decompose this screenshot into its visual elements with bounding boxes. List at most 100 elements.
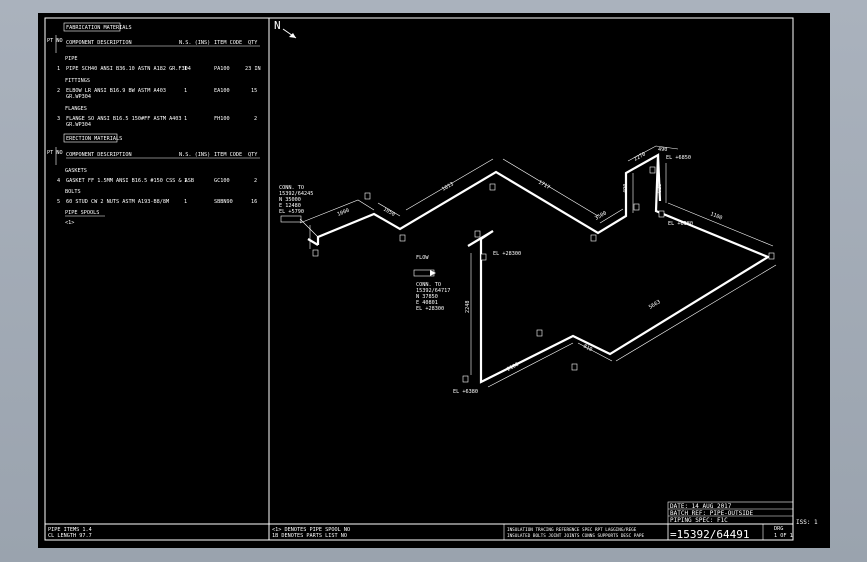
fab-row-no: 2 [57,88,60,94]
issue-text: ISS: 1 [796,519,818,526]
fab-row-ns: 1 [184,88,187,94]
part-tag [312,249,319,257]
batch-ref-text: BATCH REF: PIPE-OUTSIDE [670,510,753,517]
fab-row-qty: 2 [254,116,257,122]
part-tag [768,252,775,260]
elevation-label: EL +6380 [668,221,693,227]
elevation-label: EL +6380 [453,389,478,395]
part-tag [489,183,496,191]
dim-label: 5663 [648,299,662,311]
fab-row-no: 1 [57,66,60,72]
dim-label: 1050 [382,207,396,218]
erec-row-desc: 60 STUD CW 2 NUTS ASTM A193-B8/8M [66,199,169,205]
isometric-pipe-route: 1000 1050 1013 1717 3500 2270 490 625 11… [279,145,777,395]
fab-row-qty: 23 IN [245,66,261,72]
fab-row-desc2: GR.WP304 [66,122,91,128]
cl-length-text: CL LENGTH 97.7 [48,533,92,539]
drg-of: 1 OF 1 [774,533,793,539]
erec-pt-no-header: PT NO [47,150,63,156]
part-tag [536,329,543,337]
drg-label: DRG [774,526,783,532]
flow-label: FLOW [416,255,429,261]
dim-line [487,342,574,388]
erec-row-ns: 1 [184,199,187,205]
fab-row-desc: PIPE SCH40 ANSI B36.10 ASTN A182 GR.F304 [66,66,191,72]
fab-section-pipe: PIPE [65,56,78,62]
dim-label: 2100 [506,362,520,373]
fabrication-materials-table: FABRICATION MATERIALS PT NO COMPONENT DE… [47,22,261,128]
erec-ns-header: N.S. (INS) [179,152,210,158]
erec-row-code: SBBN90 [214,199,233,205]
part-tag [590,234,597,242]
erec-row-desc: GASKET FF 1.5MM ANSI B16.5 #150 CSS & AS… [66,178,194,184]
footer-headers-2: INSULATED BOLTS JOINT JOINTS CONNS SUPPO… [507,533,645,539]
pipe-run-upper [316,153,771,384]
fab-code-header: ITEM CODE [214,40,242,46]
dim-label: 490 [658,147,667,153]
fab-section-fittings: FITTINGS [65,78,90,84]
fab-ns-header: N.S. (INS) [179,40,210,46]
sheet-border [44,17,794,541]
date-text: DATE: 14 AUG 2017 [670,503,732,510]
dim-label: 1100 [709,211,723,221]
fab-row-no: 3 [57,116,60,122]
fab-row-code: EA100 [214,88,230,94]
erec-row-qty: 2 [254,178,257,184]
erec-code-header: ITEM CODE [214,152,242,158]
pipe-run-start [307,238,319,246]
part-tag [480,253,487,261]
dim-line [615,264,777,362]
connection-note-1: CONN. TO 15392/64245 N 35000 E 12480 EL … [279,185,319,238]
footer: PIPE ITEMS 1.4 CL LENGTH 97.7 <1> DENOTE… [48,503,818,541]
north-arrow: N [274,19,297,39]
erec-row-code: GC100 [214,178,230,184]
note-parts: 1B DENOTES PARTS LIST NO [272,533,347,539]
dimension-labels: 1000 1050 1013 1717 3500 2270 490 625 11… [337,147,724,373]
dim-label: 1000 [337,208,351,218]
part-tag [462,375,469,383]
part-tag [364,192,371,200]
fab-row-qty: 15 [251,88,257,94]
conn-note-line: EL +5790 [279,209,304,215]
erec-title: ERECTION MATERIALS [66,136,122,142]
fab-row-ns: 1 [184,116,187,122]
part-tag [649,166,656,174]
fab-row-desc2: GR.WP304 [66,94,91,100]
part-tag [474,230,481,238]
part-tag [399,234,406,242]
north-label: N [274,19,281,32]
drawing-canvas[interactable]: FABRICATION MATERIALS PT NO COMPONENT DE… [38,13,830,548]
connection-note-2: CONN. TO 15392/64717 N 37850 E 40801 EL … [416,282,450,312]
flow-indicator: FLOW [413,255,436,277]
erec-desc-header: COMPONENT DESCRIPTION [66,152,132,158]
fab-section-flanges: FLANGES [65,106,87,112]
erec-section-bolts: BOLTS [65,189,81,195]
dim-label: 2248 [465,301,471,314]
elevation-label: EL +28300 [493,251,521,257]
part-tag [633,203,640,211]
footer-headers-1: INSULATION TRACING REFERENCE SPEC RPT LA… [507,527,637,533]
fab-desc-header: COMPONENT DESCRIPTION [66,40,132,46]
erec-row-no: 4 [57,178,60,184]
dim-label: 1013 [441,181,455,192]
conn-leader [299,218,319,238]
fab-row-code: FH100 [214,116,230,122]
dim-line [502,158,599,217]
conn-note-box [280,215,302,223]
erec-qty-header: QTY [248,152,258,158]
dim-label: 625 [657,184,663,193]
dim-label: 3500 [594,210,608,221]
fab-row-ns: 1 [184,66,187,72]
erec-section-gaskets: GASKETS [65,168,87,174]
flow-arrow [430,270,436,276]
fab-title: FABRICATION MATERIALS [66,25,132,31]
part-tag [658,210,665,218]
dim-label: 2270 [633,151,647,162]
erec-row-no: 5 [57,199,60,205]
fab-pt-no-header: PT NO [47,38,63,44]
pipe-run-riser [656,154,662,202]
fab-qty-header: QTY [248,40,258,46]
erec-row-qty: 16 [251,199,257,205]
fab-row-code: PA100 [214,66,230,72]
erection-materials-table: ERECTION MATERIALS PT NO COMPONENT DESCR… [47,133,260,226]
